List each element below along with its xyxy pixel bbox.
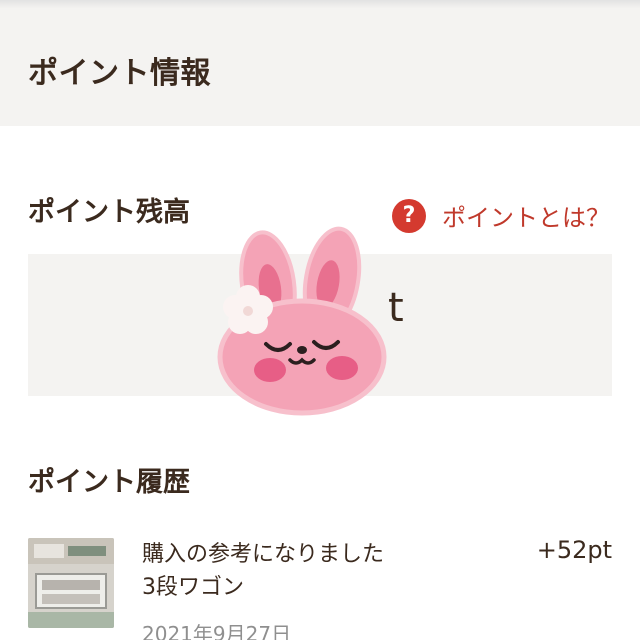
product-thumbnail — [28, 538, 114, 628]
points-help-link[interactable]: ? ポイントとは？ — [392, 198, 610, 233]
history-item-points: +52pt — [536, 536, 612, 564]
history-section-title: ポイント履歴 — [28, 467, 190, 498]
top-divider — [0, 0, 640, 8]
page-title: ポイント情報 — [28, 56, 211, 91]
rabbit-sticker-icon — [217, 226, 387, 416]
balance-section-title: ポイント残高 — [28, 197, 190, 228]
question-icon: ? — [392, 198, 426, 233]
history-list-item[interactable]: 購入の参考になりました 3段ワゴン +52pt 2021年9月27日 — [28, 534, 618, 640]
page: ポイント情報 ポイント残高 ? ポイントとは？ t ポイント履歴 購入の参考にな… — [0, 0, 640, 640]
history-item-description: 購入の参考になりました 3段ワゴン — [142, 538, 472, 604]
points-help-label: ポイントとは？ — [442, 204, 610, 232]
history-item-line2: 3段ワゴン — [142, 575, 244, 600]
history-item-date: 2021年9月27日 — [142, 622, 292, 640]
page-header: ポイント情報 — [0, 8, 640, 126]
balance-unit: t — [388, 285, 404, 331]
history-item-line1: 購入の参考になりました — [142, 542, 385, 567]
